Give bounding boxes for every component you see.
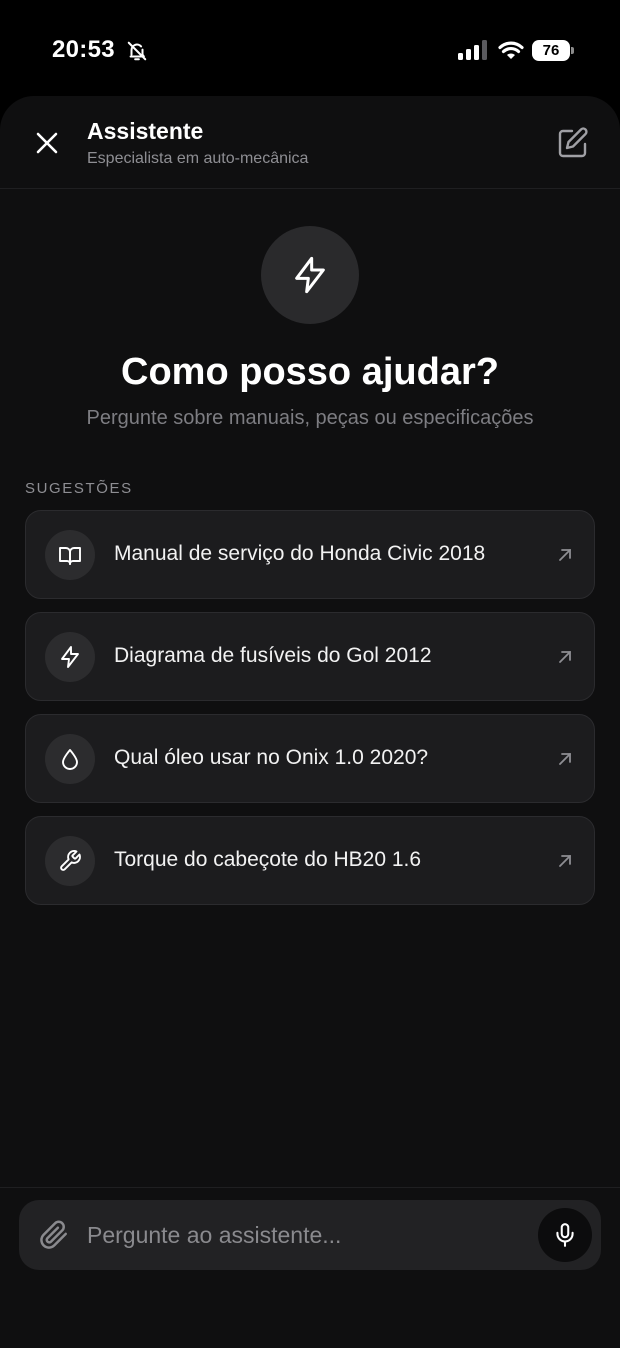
page-title: Assistente [87,118,204,144]
suggestions-list: Manual de serviço do Honda Civic 2018 Di… [25,510,595,918]
wifi-icon [498,41,524,59]
lightning-icon [295,256,325,294]
close-icon[interactable] [32,128,62,158]
drop-icon [62,749,78,770]
bell-slash-icon [127,41,147,61]
microphone-icon [556,1223,574,1247]
signal-icon [458,40,487,60]
arrow-up-right-icon [559,549,571,561]
suggestion-card[interactable]: Diagrama de fusíveis do Gol 2012 [25,612,595,701]
edit-icon[interactable] [556,126,590,160]
assistant-sheet: Assistente Especialista em auto-mecânica… [0,96,620,1348]
suggestion-card[interactable]: Torque do cabeçote do HB20 1.6 [25,816,595,905]
composer-footer [0,1187,620,1348]
suggestion-text: Torque do cabeçote do HB20 1.6 [114,848,422,871]
hero-title: Como posso ajudar? [121,351,499,393]
suggestion-icon-container [45,734,95,784]
suggestion-text: Diagrama de fusíveis do Gol 2012 [114,644,432,667]
lightning-icon [61,646,79,668]
hero-badge [261,226,359,324]
status-time: 20:53 [52,36,115,63]
arrow-up-right-icon [559,855,571,867]
arrow-up-right-icon [559,651,571,663]
message-input[interactable] [87,1217,527,1253]
page-subtitle: Especialista em auto-mecânica [87,150,309,167]
microphone-button[interactable] [538,1208,592,1262]
composer-bar [19,1200,601,1270]
wrench-icon [60,850,81,871]
suggestion-text: Qual óleo usar no Onix 1.0 2020? [114,746,429,769]
suggestion-icon-container [45,530,95,580]
suggestion-icon-container [45,836,95,886]
suggestion-text: Manual de serviço do Honda Civic 2018 [114,542,486,565]
suggestion-card[interactable]: Manual de serviço do Honda Civic 2018 [25,510,595,599]
paperclip-icon[interactable] [39,1220,69,1250]
suggestion-card[interactable]: Qual óleo usar no Onix 1.0 2020? [25,714,595,803]
book-icon [59,547,81,565]
sheet-header: Assistente Especialista em auto-mecânica [0,96,620,189]
battery-tip [571,47,574,54]
status-bar: 20:53 76 [0,0,620,100]
suggestion-icon-container [45,632,95,682]
battery-icon: 76 [532,40,570,61]
hero-subtitle: Pergunte sobre manuais, peças ou especif… [86,407,534,429]
arrow-up-right-icon [559,753,571,765]
suggestions-label: SUGESTÕES [25,480,133,497]
